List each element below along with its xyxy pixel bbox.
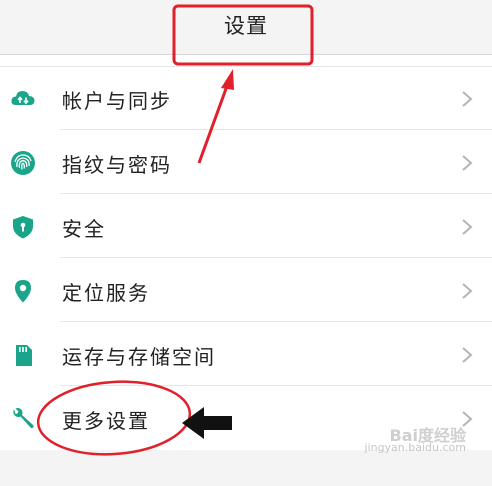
shield-icon — [13, 216, 33, 239]
title-bar: 设置 — [0, 0, 492, 55]
watermark: Bai度经验 jingyan.baidu.com — [364, 428, 466, 454]
settings-item-label: 安全 — [62, 217, 106, 241]
chevron-right-icon — [462, 219, 473, 235]
settings-item-label: 更多设置 — [62, 409, 150, 433]
chevron-right-icon — [462, 347, 473, 363]
location-pin-icon — [15, 280, 31, 303]
cloud-sync-icon — [11, 91, 35, 105]
page-title: 设置 — [224, 14, 268, 38]
settings-item-security[interactable]: 安全 — [0, 194, 492, 258]
settings-list: 帐户与同步 指纹与密码 安全 定位服务 运存与存储空间 更多设置 — [0, 66, 492, 450]
settings-item-label: 运存与存储空间 — [62, 345, 216, 369]
settings-item-location-service[interactable]: 定位服务 — [0, 258, 492, 322]
settings-item-label: 帐户与同步 — [62, 89, 172, 113]
fingerprint-icon — [11, 151, 35, 175]
settings-item-label: 定位服务 — [62, 281, 150, 305]
sd-card-icon — [16, 345, 32, 366]
chevron-right-icon — [462, 91, 473, 107]
chevron-right-icon — [462, 155, 473, 171]
settings-item-fingerprint-password[interactable]: 指纹与密码 — [0, 130, 492, 194]
settings-item-label: 指纹与密码 — [62, 153, 172, 177]
bottom-area — [0, 450, 492, 486]
chevron-right-icon — [462, 283, 473, 299]
settings-item-account-sync[interactable]: 帐户与同步 — [0, 66, 492, 130]
settings-item-memory-storage[interactable]: 运存与存储空间 — [0, 322, 492, 386]
wrench-icon — [13, 408, 34, 429]
watermark-url: jingyan.baidu.com — [364, 441, 466, 454]
